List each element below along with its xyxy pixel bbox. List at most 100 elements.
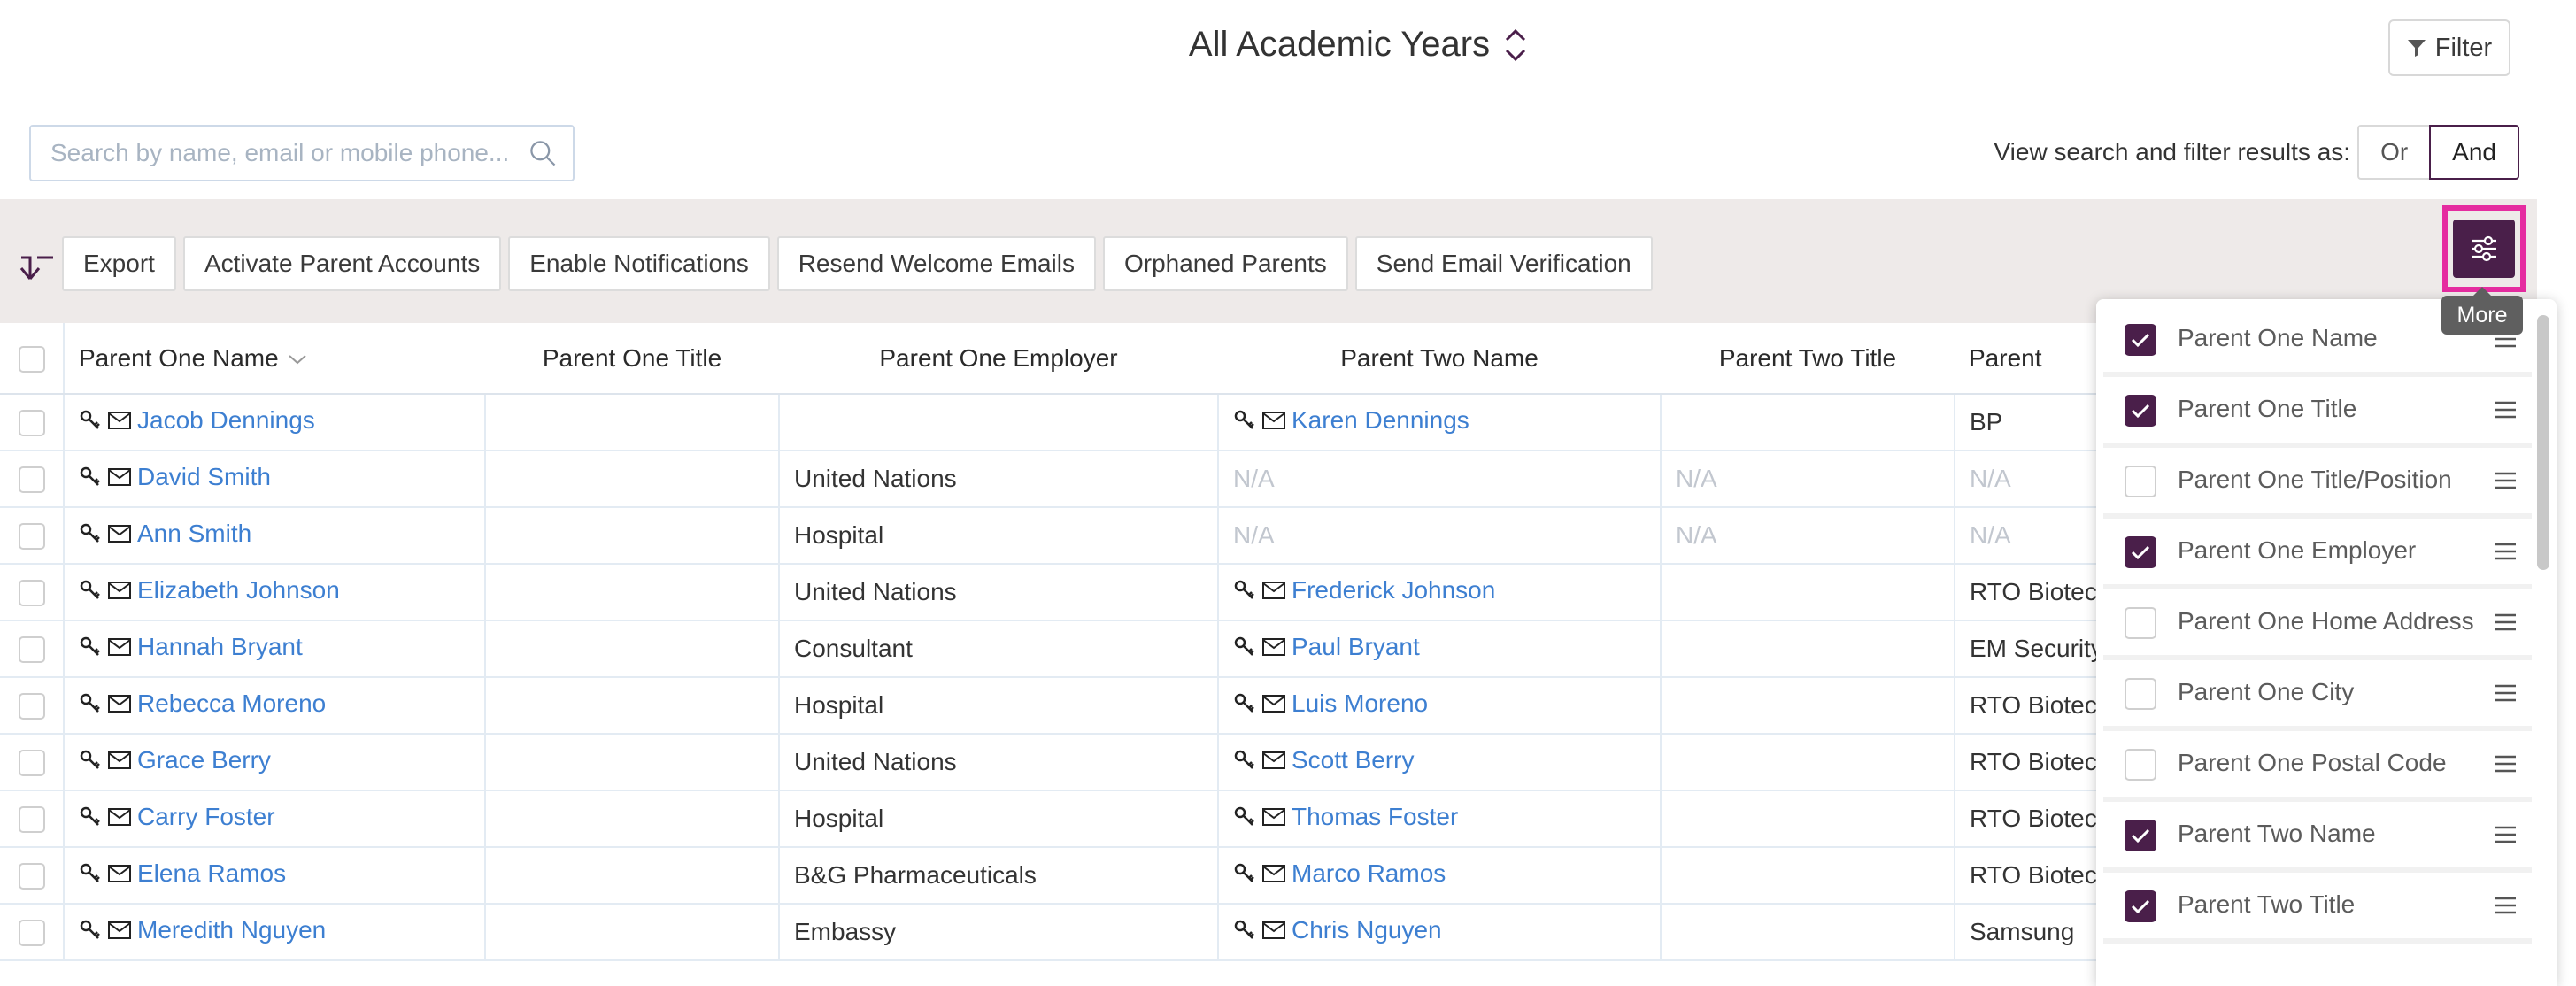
column-toggle-checkbox[interactable]: [2125, 678, 2156, 710]
column-toggle-checkbox[interactable]: [2125, 890, 2156, 922]
column-picker-item[interactable]: Parent One Title: [2103, 377, 2532, 448]
column-header-parent-two-name[interactable]: Parent Two Name: [1218, 323, 1661, 395]
select-all-checkbox-cell[interactable]: [0, 323, 65, 395]
column-picker-item[interactable]: Parent Two Name: [2103, 802, 2532, 873]
row-checkbox-cell[interactable]: [0, 564, 65, 621]
column-picker-item[interactable]: Parent One Title/Position: [2103, 448, 2532, 519]
column-toggle-checkbox[interactable]: [2125, 395, 2156, 427]
row-checkbox[interactable]: [18, 806, 45, 834]
orphaned-parents-button[interactable]: Orphaned Parents: [1102, 236, 1348, 291]
parent-one-name-link[interactable]: Rebecca Moreno: [137, 689, 326, 718]
resend-welcome-emails-button[interactable]: Resend Welcome Emails: [776, 236, 1096, 291]
up-down-chevron-icon[interactable]: [1502, 26, 1529, 65]
column-picker-scrollbar[interactable]: [2537, 315, 2549, 570]
parent-one-name-link[interactable]: Hannah Bryant: [137, 633, 303, 661]
drag-handle[interactable]: [2493, 752, 2518, 774]
table-row[interactable]: Jacob Dennings Karen Dennings BP: [0, 394, 2320, 451]
parent-one-name-link[interactable]: Meredith Nguyen: [137, 916, 326, 944]
send-email-verification-button[interactable]: Send Email Verification: [1354, 236, 1653, 291]
column-picker-item[interactable]: Parent One Home Address: [2103, 589, 2532, 660]
parent-two-name-link[interactable]: Luis Moreno: [1292, 689, 1428, 718]
parent-one-name-link[interactable]: Jacob Dennings: [137, 406, 315, 435]
search-input[interactable]: [31, 127, 521, 180]
row-checkbox[interactable]: [18, 920, 45, 947]
column-toggle-checkbox[interactable]: [2125, 324, 2156, 356]
column-toggle-checkbox[interactable]: [2125, 607, 2156, 639]
table-row[interactable]: Hannah Bryant Consultant Paul Bryant EM Sec…: [0, 620, 2320, 678]
drag-handle[interactable]: [2493, 823, 2518, 844]
table-row[interactable]: Elena Ramos B&G Pharmaceuticals Marco Ramo…: [0, 847, 2320, 905]
table-row[interactable]: Elizabeth Johnson United Nations Frederick…: [0, 564, 2320, 621]
parent-two-name-link[interactable]: Marco Ramos: [1292, 859, 1446, 888]
drag-handle-icon[interactable]: [2493, 541, 2518, 562]
row-checkbox-cell[interactable]: [0, 677, 65, 735]
parent-one-name-link[interactable]: Elena Ramos: [137, 859, 286, 888]
academic-year-selector[interactable]: All Academic Years: [0, 25, 2576, 65]
column-picker-item[interactable]: Parent One Employer: [2103, 519, 2532, 589]
table-row[interactable]: Meredith Nguyen Embassy Chris Nguyen Samsun…: [0, 904, 2320, 961]
drag-handle[interactable]: [2493, 540, 2518, 561]
drag-handle-icon[interactable]: [2493, 470, 2518, 491]
row-checkbox-cell[interactable]: [0, 790, 65, 848]
column-header-parent-one-title[interactable]: Parent One Title: [485, 323, 779, 395]
row-checkbox[interactable]: [18, 693, 45, 720]
sort-chevron-down-icon[interactable]: [288, 353, 307, 366]
column-header-parent-two-title[interactable]: Parent Two Title: [1661, 323, 1955, 395]
row-checkbox-cell[interactable]: [0, 734, 65, 791]
drag-handle[interactable]: [2493, 894, 2518, 915]
parent-two-name-link[interactable]: Chris Nguyen: [1292, 916, 1442, 944]
drag-handle-icon[interactable]: [2493, 612, 2518, 633]
row-checkbox-cell[interactable]: [0, 394, 65, 451]
parent-two-name-link[interactable]: Karen Dennings: [1292, 406, 1469, 435]
parent-two-name-link[interactable]: Thomas Foster: [1292, 803, 1458, 831]
drag-handle-icon[interactable]: [2493, 753, 2518, 774]
column-header-parent-one-employer[interactable]: Parent One Employer: [779, 323, 1218, 395]
parent-one-name-link[interactable]: Carry Foster: [137, 803, 275, 831]
more-columns-button[interactable]: [2453, 220, 2515, 278]
table-row[interactable]: Rebecca Moreno Hospital Luis Moreno RTO Bio…: [0, 677, 2320, 735]
or-option[interactable]: Or: [2357, 125, 2430, 180]
export-button[interactable]: Export: [62, 236, 176, 291]
parent-two-name-link[interactable]: Scott Berry: [1292, 746, 1414, 774]
table-row[interactable]: Ann Smith Hospital N/A N/A N/A: [0, 507, 2320, 565]
row-checkbox[interactable]: [18, 523, 45, 551]
parent-one-name-link[interactable]: Elizabeth Johnson: [137, 576, 340, 605]
enable-notifications-button[interactable]: Enable Notifications: [508, 236, 770, 291]
row-checkbox-cell[interactable]: [0, 620, 65, 678]
row-checkbox-cell[interactable]: [0, 507, 65, 565]
drag-handle[interactable]: [2493, 398, 2518, 420]
select-all-checkbox[interactable]: [18, 345, 45, 373]
column-toggle-checkbox[interactable]: [2125, 466, 2156, 497]
search-icon[interactable]: [521, 132, 564, 174]
column-header-parent-one-name[interactable]: Parent One Name: [64, 323, 485, 395]
drag-handle[interactable]: [2493, 611, 2518, 632]
column-toggle-checkbox[interactable]: [2125, 749, 2156, 781]
row-checkbox[interactable]: [18, 410, 45, 437]
activate-parent-accounts-button[interactable]: Activate Parent Accounts: [182, 236, 502, 291]
column-picker-item[interactable]: Parent One Postal Code: [2103, 731, 2532, 802]
row-checkbox[interactable]: [18, 750, 45, 777]
table-row[interactable]: Carry Foster Hospital Thomas Foster RTO Bio…: [0, 790, 2320, 848]
parent-one-name-link[interactable]: Grace Berry: [137, 746, 271, 774]
filter-button[interactable]: Filter: [2388, 19, 2510, 76]
row-checkbox[interactable]: [18, 580, 45, 607]
drag-handle[interactable]: [2493, 682, 2518, 703]
column-toggle-checkbox[interactable]: [2125, 820, 2156, 851]
table-row[interactable]: Grace Berry United Nations Scott Berry RTO …: [0, 734, 2320, 791]
and-option[interactable]: And: [2429, 125, 2519, 180]
parent-one-name-link[interactable]: Ann Smith: [137, 520, 251, 548]
drag-handle-icon[interactable]: [2493, 824, 2518, 845]
drag-handle-icon[interactable]: [2493, 682, 2518, 704]
parent-two-name-link[interactable]: Frederick Johnson: [1292, 576, 1495, 605]
column-toggle-checkbox[interactable]: [2125, 536, 2156, 568]
column-picker-item[interactable]: Parent Two Title: [2103, 873, 2532, 944]
column-picker-item[interactable]: Parent One City: [2103, 660, 2532, 731]
row-checkbox[interactable]: [18, 466, 45, 494]
row-checkbox[interactable]: [18, 636, 45, 664]
row-checkbox-cell[interactable]: [0, 451, 65, 508]
row-checkbox-cell[interactable]: [0, 847, 65, 905]
table-row[interactable]: David Smith United Nations N/A N/A N/A: [0, 451, 2320, 508]
drag-handle-icon[interactable]: [2493, 399, 2518, 420]
parent-one-name-link[interactable]: David Smith: [137, 463, 271, 491]
row-checkbox[interactable]: [18, 863, 45, 890]
